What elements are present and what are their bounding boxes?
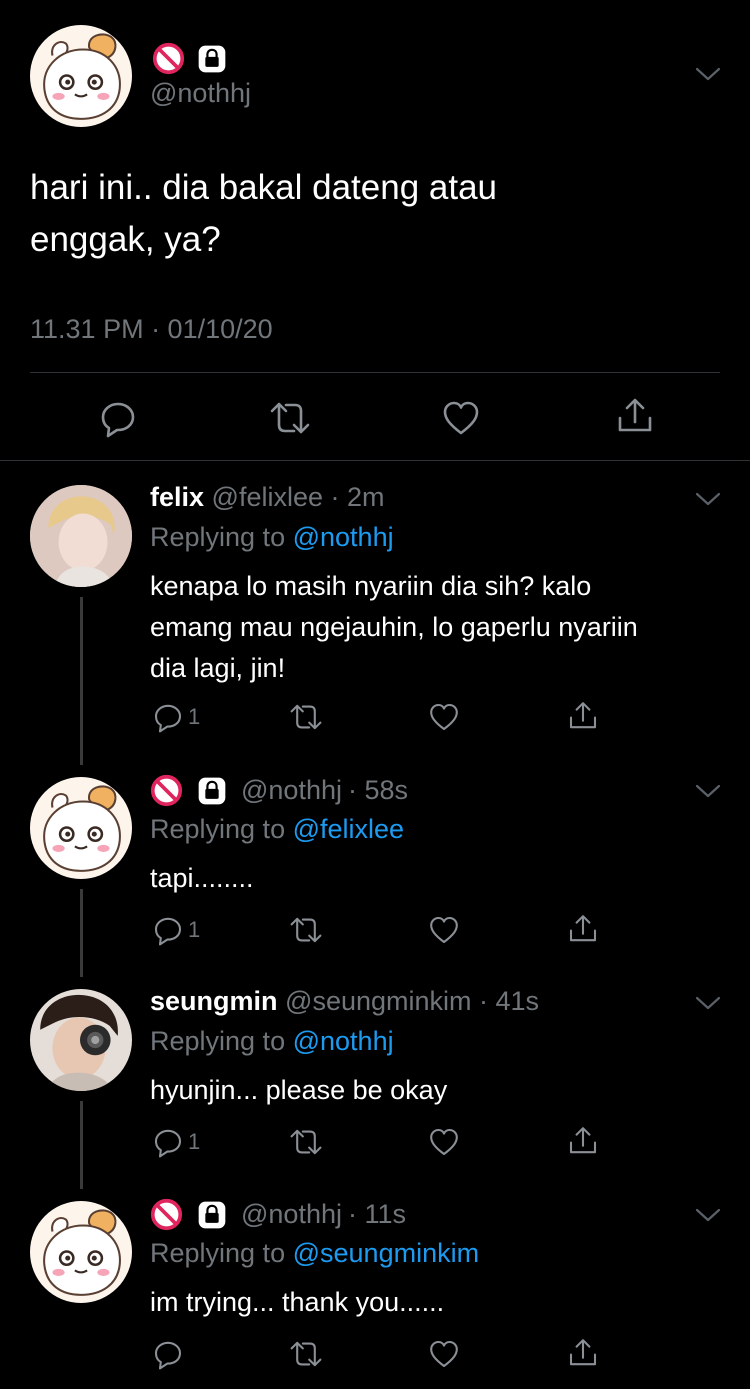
photo-avatar-icon bbox=[30, 989, 132, 1091]
speech-bubble-icon bbox=[152, 1338, 184, 1370]
divider bbox=[30, 372, 720, 373]
thread-connector bbox=[80, 597, 83, 765]
reply-time: · 11s bbox=[347, 1199, 407, 1229]
replying-label: Replying to bbox=[150, 1026, 286, 1056]
chevron-down-icon[interactable] bbox=[694, 64, 722, 84]
hamster-avatar-icon bbox=[30, 25, 132, 127]
reply-icon[interactable] bbox=[98, 398, 138, 438]
display-name[interactable]: seungmin bbox=[150, 986, 278, 1016]
reply-count: 1 bbox=[188, 917, 201, 942]
thread-connector bbox=[80, 889, 83, 977]
replying-to-link[interactable]: @seungminkim bbox=[293, 1238, 479, 1268]
reply-text-line: im trying... thank you...... bbox=[150, 1287, 445, 1317]
retweet-icon[interactable] bbox=[288, 914, 324, 946]
lock-icon bbox=[197, 44, 227, 74]
replying-label: Replying to bbox=[150, 1238, 286, 1268]
reply-count: 1 bbox=[188, 1129, 201, 1154]
reply-text: tapi........ bbox=[150, 858, 254, 899]
replying-to-link[interactable]: @nothhj bbox=[293, 1026, 394, 1056]
reply-avatar[interactable] bbox=[30, 777, 132, 879]
author-badges bbox=[152, 42, 227, 75]
heart-icon[interactable] bbox=[428, 1338, 460, 1370]
reply-avatar[interactable] bbox=[30, 1201, 132, 1303]
author-handle[interactable]: @nothhj bbox=[150, 78, 251, 109]
share-icon[interactable] bbox=[567, 1125, 599, 1157]
share-icon[interactable] bbox=[615, 396, 655, 436]
tweet-text-line: hari ini.. dia bakal dateng atau bbox=[30, 168, 497, 207]
share-icon[interactable] bbox=[567, 1337, 599, 1369]
chevron-down-icon[interactable] bbox=[694, 1205, 722, 1225]
reply-text: hyunjin... please be okay bbox=[150, 1070, 447, 1111]
reply-count: 1 bbox=[188, 704, 201, 729]
tweet-timestamp: 11.31 PM · 01/10/20 bbox=[30, 314, 273, 344]
replying-label: Replying to bbox=[150, 814, 286, 844]
reply-header: @nothhj · 11s bbox=[150, 1198, 406, 1231]
chevron-down-icon[interactable] bbox=[694, 489, 722, 509]
reply-button[interactable] bbox=[152, 1338, 188, 1370]
heart-icon[interactable] bbox=[441, 398, 481, 438]
tweet-text-line: enggak, ya? bbox=[30, 220, 221, 259]
reply-header: seungmin @seungminkim · 41s bbox=[150, 986, 539, 1017]
no-entry-icon bbox=[150, 1198, 183, 1231]
speech-bubble-icon bbox=[152, 914, 184, 946]
retweet-icon[interactable] bbox=[288, 1338, 324, 1370]
user-handle[interactable]: @felixlee bbox=[212, 482, 323, 512]
lock-icon bbox=[197, 776, 227, 806]
author-avatar[interactable] bbox=[30, 25, 132, 127]
reply-avatar[interactable] bbox=[30, 485, 132, 587]
reply-text-line: dia lagi, jin! bbox=[150, 653, 286, 683]
tweet-text: hari ini.. dia bakal dateng atau enggak,… bbox=[30, 162, 497, 266]
reply-text: kenapa lo masih nyariin dia sih? kalo em… bbox=[150, 566, 638, 689]
replying-to-link[interactable]: @nothhj bbox=[293, 522, 394, 552]
replying-to: Replying to @nothhj bbox=[150, 522, 394, 553]
heart-icon[interactable] bbox=[428, 701, 460, 733]
replying-to: Replying to @seungminkim bbox=[150, 1238, 479, 1269]
reply-text-line: tapi........ bbox=[150, 863, 254, 893]
reply-text-line: hyunjin... please be okay bbox=[150, 1075, 448, 1105]
heart-icon[interactable] bbox=[428, 1126, 460, 1158]
retweet-icon[interactable] bbox=[268, 398, 312, 438]
replying-to: Replying to @nothhj bbox=[150, 1026, 394, 1057]
reply-button[interactable]: 1 bbox=[152, 914, 200, 946]
photo-avatar-icon bbox=[30, 485, 132, 587]
retweet-icon[interactable] bbox=[288, 1126, 324, 1158]
heart-icon[interactable] bbox=[428, 914, 460, 946]
lock-icon bbox=[197, 1200, 227, 1230]
reply-time: · 2m bbox=[330, 482, 385, 512]
reply-button[interactable]: 1 bbox=[152, 701, 200, 733]
user-handle[interactable]: @nothhj bbox=[241, 1199, 342, 1230]
replying-label: Replying to bbox=[150, 522, 286, 552]
speech-bubble-icon bbox=[152, 1126, 184, 1158]
chevron-down-icon[interactable] bbox=[694, 781, 722, 801]
share-icon[interactable] bbox=[567, 913, 599, 945]
display-name[interactable]: felix bbox=[150, 482, 204, 512]
speech-bubble-icon bbox=[152, 701, 184, 733]
hamster-avatar-icon bbox=[30, 777, 132, 879]
replying-to-link[interactable]: @felixlee bbox=[293, 814, 404, 844]
thread-connector bbox=[80, 1101, 83, 1189]
reply-header: felix @felixlee · 2m bbox=[150, 482, 385, 513]
reply-avatar[interactable] bbox=[30, 989, 132, 1091]
chevron-down-icon[interactable] bbox=[694, 993, 722, 1013]
share-icon[interactable] bbox=[567, 700, 599, 732]
reply-text: im trying... thank you...... bbox=[150, 1282, 444, 1323]
retweet-icon[interactable] bbox=[288, 701, 324, 733]
reply-text-line: kenapa lo masih nyariin dia sih? kalo bbox=[150, 571, 592, 601]
no-entry-icon bbox=[150, 774, 183, 807]
hamster-avatar-icon bbox=[30, 1201, 132, 1303]
user-handle[interactable]: @nothhj bbox=[241, 775, 342, 806]
reply-time: · 41s bbox=[479, 986, 540, 1016]
no-entry-icon bbox=[152, 42, 185, 75]
reply-text-line: emang mau ngejauhin, lo gaperlu nyariin bbox=[150, 612, 638, 642]
reply-time: · 58s bbox=[347, 775, 409, 805]
divider bbox=[0, 460, 750, 461]
replying-to: Replying to @felixlee bbox=[150, 814, 404, 845]
reply-button[interactable]: 1 bbox=[152, 1126, 200, 1158]
user-handle[interactable]: @seungminkim bbox=[285, 986, 471, 1016]
reply-header: @nothhj · 58s bbox=[150, 774, 408, 807]
